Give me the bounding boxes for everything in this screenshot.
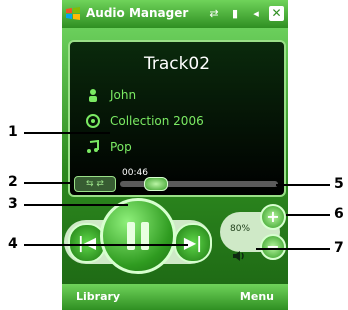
speaker-icon: ◂ bbox=[253, 6, 259, 20]
genre-name: Pop bbox=[110, 140, 132, 154]
playback-controls: |◀ ▶| 80% + − bbox=[62, 198, 288, 288]
device-screen: Audio Manager ⇄ ▮ ◂ ✕ Track02 John Colle… bbox=[62, 0, 288, 310]
callout-5: 5 bbox=[334, 176, 344, 192]
library-softkey[interactable]: Library bbox=[76, 290, 120, 303]
person-icon bbox=[89, 89, 97, 102]
now-playing-panel: Track02 John Collection 2006 Pop 00:46 ⇆… bbox=[68, 40, 286, 197]
callout-line-3 bbox=[24, 204, 128, 206]
status-icons: ⇄ ▮ ◂ ✕ bbox=[206, 6, 284, 21]
callout-line-6 bbox=[286, 214, 330, 216]
window-title: Audio Manager bbox=[86, 6, 189, 20]
callout-4: 4 bbox=[8, 236, 18, 252]
callout-1: 1 bbox=[8, 124, 18, 140]
menu-softkey[interactable]: Menu bbox=[240, 290, 274, 303]
repeat-shuffle-toggle[interactable]: ⇆ ⇄ bbox=[74, 176, 116, 192]
volume-level: 80% bbox=[230, 224, 251, 234]
artist-row: John bbox=[86, 88, 136, 102]
title-bar: Audio Manager ⇄ ▮ ◂ ✕ bbox=[62, 0, 288, 28]
volume-controls: 80% + − bbox=[220, 198, 286, 268]
next-button[interactable]: ▶| bbox=[174, 223, 212, 263]
track-title: Track02 bbox=[143, 54, 211, 74]
callout-line-4 bbox=[24, 244, 188, 246]
softkey-bar: Library Menu bbox=[62, 284, 288, 310]
progress-bar[interactable] bbox=[120, 177, 278, 191]
elapsed-time: 00:46 bbox=[122, 168, 148, 178]
progress-knob[interactable] bbox=[144, 177, 168, 191]
volume-up-button[interactable]: + bbox=[260, 204, 286, 230]
callout-line-7 bbox=[256, 248, 330, 250]
callout-3: 3 bbox=[8, 196, 18, 212]
callout-line-5 bbox=[276, 184, 330, 186]
album-disc-icon bbox=[86, 114, 100, 128]
genre-row: Pop bbox=[86, 140, 132, 154]
windows-start-icon[interactable] bbox=[65, 5, 81, 21]
close-icon[interactable]: ✕ bbox=[269, 6, 284, 21]
album-name: Collection 2006 bbox=[110, 114, 204, 128]
sync-icon: ⇄ bbox=[209, 6, 219, 20]
callout-2: 2 bbox=[8, 174, 18, 190]
music-note-icon bbox=[87, 140, 99, 153]
artist-name: John bbox=[110, 88, 137, 102]
play-pause-button[interactable] bbox=[100, 198, 176, 274]
callout-line-2 bbox=[24, 182, 70, 184]
callout-6: 6 bbox=[334, 206, 344, 222]
album-row: Collection 2006 bbox=[86, 114, 204, 128]
mute-speaker-icon[interactable] bbox=[232, 250, 246, 262]
volume-down-button[interactable]: − bbox=[260, 234, 286, 260]
callout-7: 7 bbox=[334, 240, 344, 256]
signal-icon: ▮ bbox=[231, 6, 239, 20]
callout-line-1 bbox=[24, 132, 110, 134]
